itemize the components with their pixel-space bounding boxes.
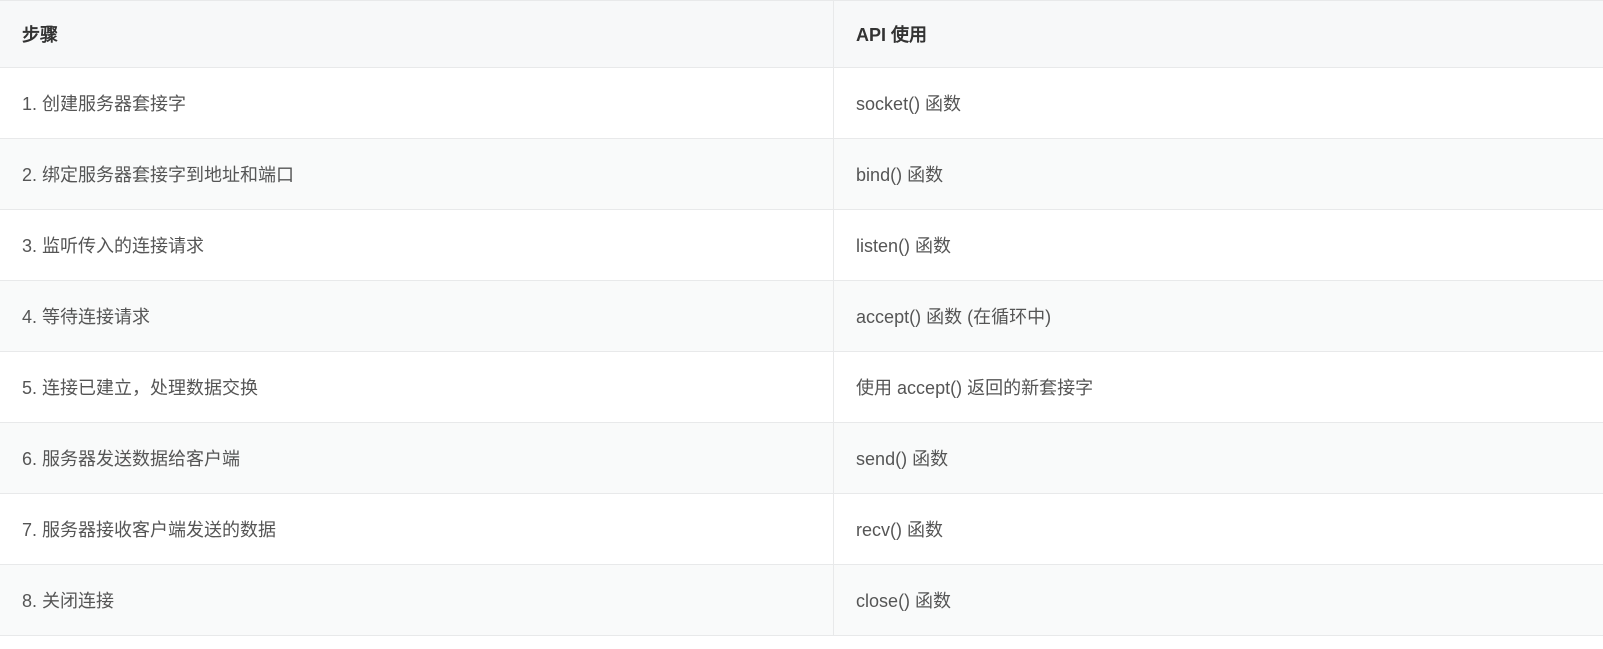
cell-step: 6. 服务器发送数据给客户端 <box>0 423 834 494</box>
table-row: 7. 服务器接收客户端发送的数据 recv() 函数 <box>0 494 1603 565</box>
table-row: 2. 绑定服务器套接字到地址和端口 bind() 函数 <box>0 139 1603 210</box>
table-row: 4. 等待连接请求 accept() 函数 (在循环中) <box>0 281 1603 352</box>
header-api: API 使用 <box>834 1 1603 68</box>
cell-step: 5. 连接已建立，处理数据交换 <box>0 352 834 423</box>
api-steps-table: 步骤 API 使用 1. 创建服务器套接字 socket() 函数 2. 绑定服… <box>0 0 1603 636</box>
cell-step: 4. 等待连接请求 <box>0 281 834 352</box>
cell-api: send() 函数 <box>834 423 1603 494</box>
cell-api: socket() 函数 <box>834 68 1603 139</box>
cell-step: 3. 监听传入的连接请求 <box>0 210 834 281</box>
cell-step: 7. 服务器接收客户端发送的数据 <box>0 494 834 565</box>
cell-step: 2. 绑定服务器套接字到地址和端口 <box>0 139 834 210</box>
table-row: 3. 监听传入的连接请求 listen() 函数 <box>0 210 1603 281</box>
table-row: 1. 创建服务器套接字 socket() 函数 <box>0 68 1603 139</box>
cell-step: 1. 创建服务器套接字 <box>0 68 834 139</box>
table-row: 8. 关闭连接 close() 函数 <box>0 565 1603 636</box>
table-header-row: 步骤 API 使用 <box>0 1 1603 68</box>
cell-api: recv() 函数 <box>834 494 1603 565</box>
cell-step: 8. 关闭连接 <box>0 565 834 636</box>
cell-api: bind() 函数 <box>834 139 1603 210</box>
cell-api: accept() 函数 (在循环中) <box>834 281 1603 352</box>
cell-api: listen() 函数 <box>834 210 1603 281</box>
table-row: 6. 服务器发送数据给客户端 send() 函数 <box>0 423 1603 494</box>
cell-api: close() 函数 <box>834 565 1603 636</box>
table-row: 5. 连接已建立，处理数据交换 使用 accept() 返回的新套接字 <box>0 352 1603 423</box>
cell-api: 使用 accept() 返回的新套接字 <box>834 352 1603 423</box>
header-step: 步骤 <box>0 1 834 68</box>
